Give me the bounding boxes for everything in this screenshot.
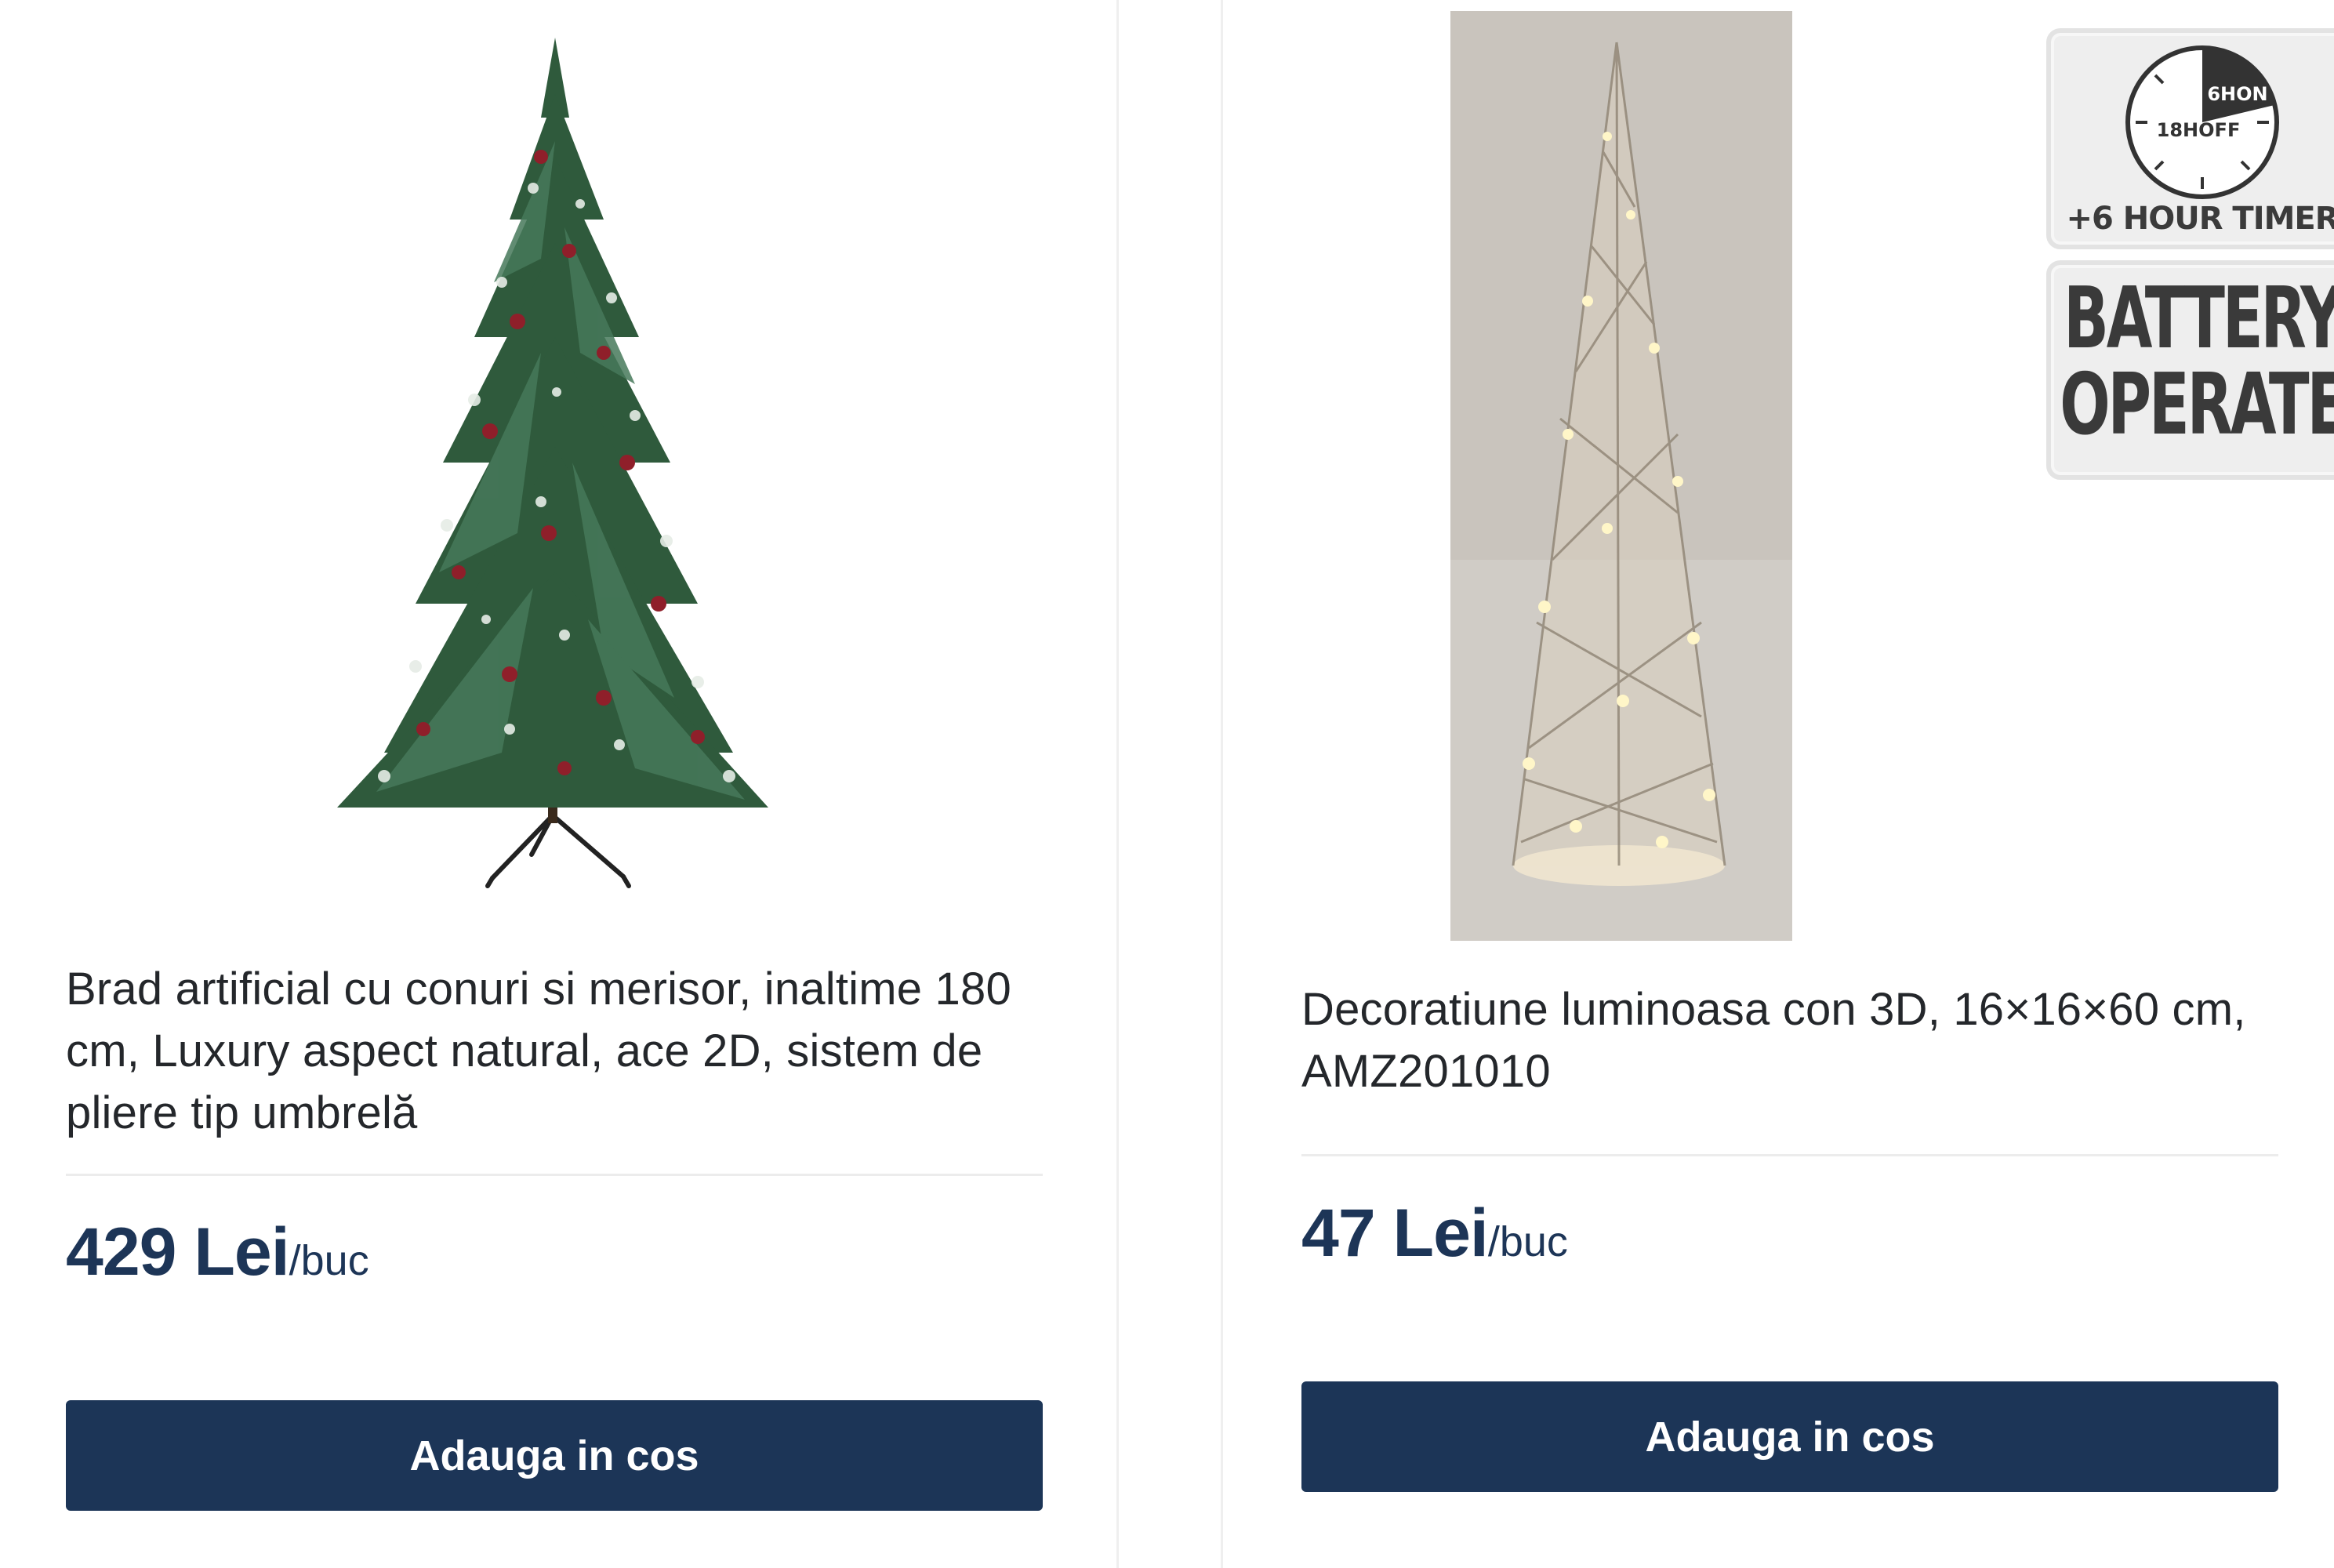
separator [1301, 1154, 2278, 1156]
product-title[interactable]: Brad artificial cu conuri si merisor, in… [66, 958, 1069, 1144]
timer-caption: +6 HOUR TIMER [2066, 201, 2334, 237]
price-amount: 47 Lei [1301, 1196, 1489, 1271]
clock-icon: 6HON 18HOFF [2125, 45, 2279, 199]
product-price: 47 Lei/buc [1301, 1195, 1568, 1272]
battery-badge: BATTERY OPERATED [2046, 260, 2334, 480]
christmas-tree-image [337, 38, 768, 888]
product-card: Brad artificial cu conuri si merisor, in… [0, 0, 1116, 1568]
battery-line-2: OPERATED [2060, 356, 2334, 454]
column-divider [1116, 0, 1119, 1568]
product-image-christmas-tree[interactable] [306, 24, 808, 894]
price-unit: /buc [289, 1237, 369, 1284]
product-image-light-cone[interactable]: 6HON 18HOFF +6 HOUR TIMER BATTERY OPERAT… [1450, 11, 2334, 941]
add-to-cart-button[interactable]: Adauga in cos [1301, 1381, 2278, 1492]
price-amount: 429 Lei [66, 1214, 290, 1290]
product-card: 6HON 18HOFF +6 HOUR TIMER BATTERY OPERAT… [1223, 0, 2334, 1568]
timer-badge: 6HON 18HOFF +6 HOUR TIMER [2046, 28, 2334, 249]
light-cone-image [1450, 11, 1792, 941]
timer-on-label: 6HON [2207, 83, 2267, 105]
add-to-cart-button[interactable]: Adauga in cos [66, 1400, 1043, 1511]
separator [66, 1174, 1043, 1176]
price-unit: /buc [1487, 1218, 1568, 1265]
battery-line-1: BATTERY [2064, 270, 2334, 368]
product-price: 429 Lei/buc [66, 1214, 369, 1291]
timer-off-label: 18HOFF [2157, 119, 2241, 141]
product-title[interactable]: Decoratiune luminoasa con 3D, 16×16×60 c… [1301, 978, 2321, 1102]
